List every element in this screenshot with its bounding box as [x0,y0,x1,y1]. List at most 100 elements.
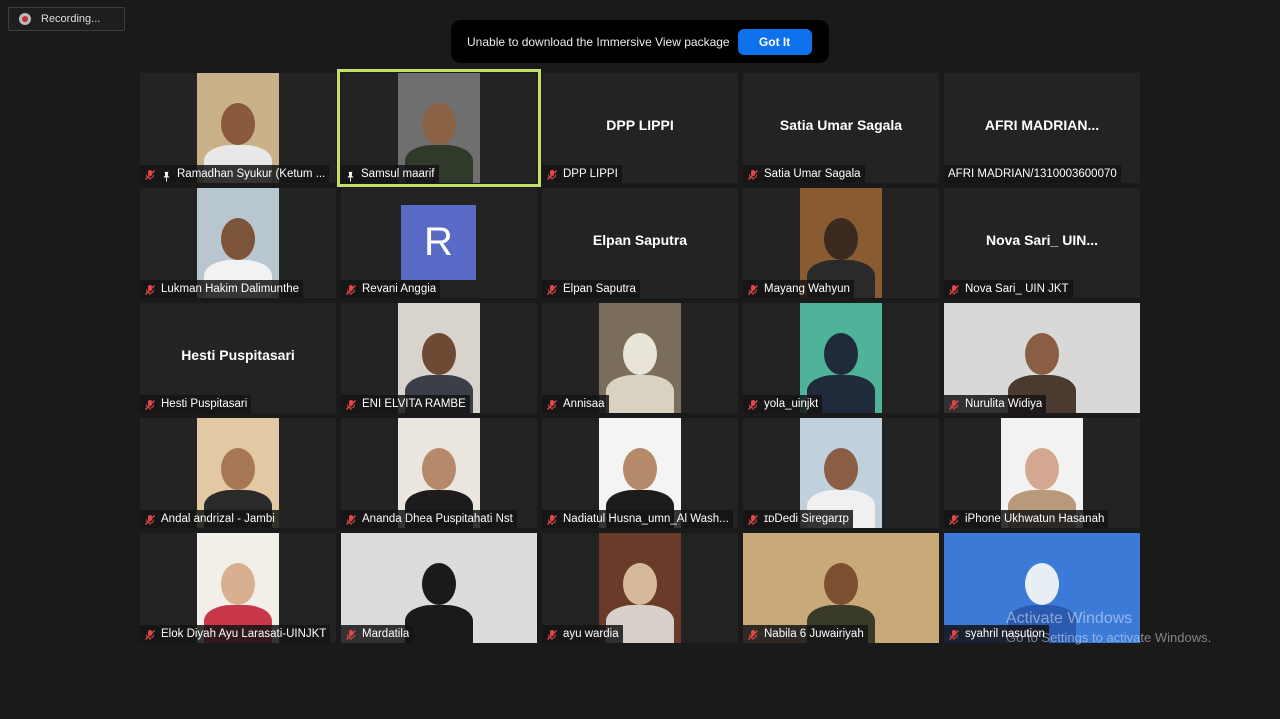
participant-name-bar: Ananda Dhea Puspitahati Nst [341,510,517,528]
pin-icon [161,169,172,182]
participant-tile[interactable]: Mayang Wahyun [743,188,939,298]
mic-muted-icon [144,283,156,295]
person-silhouette-head [824,563,858,605]
mic-muted-icon [747,398,759,410]
participant-tile[interactable]: Nadiatul Husna_umn_Al Wash... [542,418,738,528]
recording-indicator[interactable]: Recording... [8,7,125,31]
participant-name-bar: iPhone Ukhwatun Hasanah [944,510,1109,528]
participant-name: iPhone Ukhwatun Hasanah [965,513,1105,525]
participant-name-bar: Samsul maarif [341,165,439,183]
mic-muted-icon [948,628,960,640]
participant-name: Mardatila [362,628,410,640]
participant-name: Nadiatul Husna_umn_Al Wash... [563,513,729,525]
mic-muted-icon [948,398,960,410]
participant-display-name: Hesti Puspitasari [181,347,295,363]
participant-name: Nova Sari_ UIN JKT [965,283,1069,295]
participant-name-bar: Mardatila [341,625,414,643]
participant-name-bar: yola_uinjkt [743,395,823,413]
participant-name: DPP LIPPI [563,168,618,180]
participant-name: Ananda Dhea Puspitahati Nst [362,513,513,525]
person-silhouette-head [1025,333,1059,375]
immersive-view-notice: Unable to download the Immersive View pa… [451,20,829,63]
mic-muted-icon [144,168,156,180]
person-silhouette-head [221,103,255,145]
participant-tile[interactable]: iPhone Ukhwatun Hasanah [944,418,1140,528]
watermark-subtitle: Go to Settings to activate Windows. [1006,630,1212,645]
person-silhouette-head [623,448,657,490]
participant-name: AFRI MADRIAN/1310003600070 [948,168,1117,180]
windows-activation-watermark: Activate Windows Go to Settings to activ… [1006,610,1211,645]
participant-tile[interactable]: Ananda Dhea Puspitahati Nst [341,418,537,528]
person-silhouette-head [422,563,456,605]
participant-name: ayu wardia [563,628,619,640]
mic-muted-icon [546,513,558,525]
participant-name-bar: Nabila 6 Juwairiyah [743,625,868,643]
participant-name-bar: Elok Diyah Ayu Larasati-UINJKT [140,625,331,643]
participant-name-bar: Revani Anggia [341,280,441,298]
participant-name: Revani Anggia [362,283,437,295]
participant-name: ɪᴅDedi Siregarɪp [764,513,849,525]
person-silhouette-head [623,563,657,605]
watermark-title: Activate Windows [1006,610,1133,627]
mic-muted-icon [144,513,156,525]
recording-icon [19,13,31,25]
participant-tile[interactable]: Satia Umar Sagala Satia Umar Sagala [743,73,939,183]
mic-muted-icon [345,398,357,410]
participant-tile[interactable]: Elok Diyah Ayu Larasati-UINJKT [140,533,336,643]
mic-muted-icon [546,398,558,410]
person-silhouette-head [824,448,858,490]
participant-display-name: Satia Umar Sagala [779,117,903,133]
notice-message: Unable to download the Immersive View pa… [467,34,730,49]
mic-muted-icon [747,283,759,295]
mic-muted-icon [546,168,558,180]
participant-tile[interactable]: Ramadhan Syukur (Ketum ... [140,73,336,183]
mic-muted-icon [546,628,558,640]
gallery-view-grid: Ramadhan Syukur (Ketum ... Samsul maarif D… [140,69,1140,644]
person-silhouette-head [623,333,657,375]
participant-tile[interactable]: ɪᴅDedi Siregarɪp [743,418,939,528]
participant-name-bar: Lukman Hakim Dalimunthe [140,280,304,298]
participant-tile[interactable]: Nova Sari_ UIN... Nova Sari_ UIN JKT [944,188,1140,298]
mic-muted-icon [747,513,759,525]
participant-tile[interactable]: ayu wardia [542,533,738,643]
participant-name: Elok Diyah Ayu Larasati-UINJKT [161,628,327,640]
mic-muted-icon [345,513,357,525]
participant-name-bar: AFRI MADRIAN/1310003600070 [944,165,1121,183]
participant-tile[interactable]: yola_uinjkt [743,303,939,413]
participant-name-bar: Hesti Puspitasari [140,395,252,413]
person-silhouette-head [1025,563,1059,605]
participant-tile[interactable]: ENI ELVITA RAMBE [341,303,537,413]
mic-muted-icon [747,168,759,180]
participant-tile[interactable]: R Revani Anggia [341,188,537,298]
participant-tile[interactable]: Lukman Hakim Dalimunthe [140,188,336,298]
participant-tile[interactable]: DPP LIPPI DPP LIPPI [542,73,738,183]
participant-tile[interactable]: Nabila 6 Juwairiyah [743,533,939,643]
person-silhouette-head [221,563,255,605]
person-silhouette-head [221,448,255,490]
participant-display-name: Elpan Saputra [592,232,688,248]
participant-name: Andal andrizal - Jambi [161,513,275,525]
video-feed [599,303,681,413]
participant-tile[interactable]: Elpan Saputra Elpan Saputra [542,188,738,298]
person-silhouette-head [422,103,456,145]
participant-tile[interactable]: Annisaa [542,303,738,413]
person-silhouette-body [606,375,674,413]
participant-name: Nurulita Widiya [965,398,1043,410]
recording-label: Recording... [41,13,101,25]
participant-tile[interactable]: Andal andrizal - Jambi [140,418,336,528]
participant-name: Lukman Hakim Dalimunthe [161,283,300,295]
participant-name: Samsul maarif [361,168,435,180]
got-it-button[interactable]: Got It [737,28,812,55]
mic-muted-icon [345,283,357,295]
participant-tile[interactable]: Mardatila [341,533,537,643]
person-silhouette-body [405,605,473,643]
participant-tile[interactable]: Nurulita Widiya [944,303,1140,413]
participant-tile[interactable]: Samsul maarif [337,69,541,187]
avatar: R [401,205,476,280]
participant-name-bar: ɪᴅDedi Siregarɪp [743,510,853,528]
participant-name: Nabila 6 Juwairiyah [764,628,864,640]
participant-tile[interactable]: AFRI MADRIAN... AFRI MADRIAN/131000360007… [944,73,1140,183]
pin-icon [345,169,356,182]
participant-tile[interactable]: Hesti Puspitasari Hesti Puspitasari [140,303,336,413]
participant-name-bar: DPP LIPPI [542,165,622,183]
